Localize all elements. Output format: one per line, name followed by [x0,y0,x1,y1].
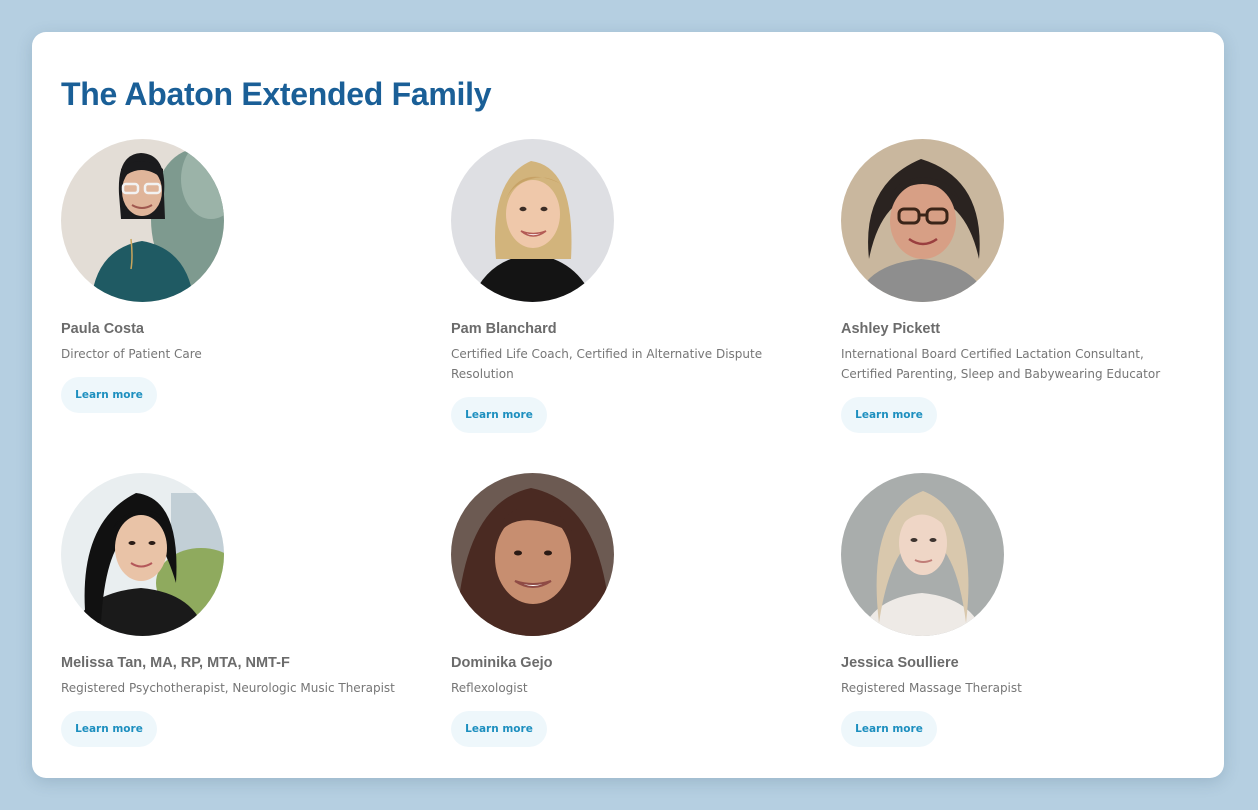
team-member-melissa-tan: Melissa Tan, MA, RP, MTA, NMT-F Register… [61,473,421,747]
member-role: Certified Life Coach, Certified in Alter… [451,347,763,381]
member-photo [841,139,1004,302]
member-photo [61,139,224,302]
photo-ashley-pickett [841,139,1004,302]
member-role: Registered Psychotherapist, Neurologic M… [61,681,395,695]
member-role: Director of Patient Care [61,347,202,361]
photo-melissa-tan [61,473,224,636]
team-member-paula-costa: Paula Costa Director of Patient Care Lea… [61,139,421,413]
member-name: Ashley Pickett [841,321,941,337]
member-role: International Board Certified Lactation … [841,347,1161,381]
member-name: Jessica Soulliere [841,655,959,671]
member-photo [841,473,1004,636]
team-card: The Abaton Extended Family Paula Costa D… [32,32,1224,778]
member-name: Paula Costa [61,321,144,337]
member-photo [61,473,224,636]
member-photo [451,473,614,636]
member-role: Registered Massage Therapist [841,681,1022,695]
photo-paula-costa [61,139,224,302]
member-photo [451,139,614,302]
learn-more-button[interactable]: Learn more [61,711,157,747]
photo-jessica-soulliere [841,473,1004,636]
member-name: Pam Blanchard [451,321,557,337]
member-role: Reflexologist [451,681,528,695]
learn-more-button[interactable]: Learn more [841,711,937,747]
photo-pam-blanchard [451,139,614,302]
page-title: The Abaton Extended Family [61,76,492,112]
member-name: Melissa Tan, MA, RP, MTA, NMT-F [61,655,290,671]
learn-more-button[interactable]: Learn more [451,397,547,433]
learn-more-button[interactable]: Learn more [451,711,547,747]
member-name: Dominika Gejo [451,655,553,671]
learn-more-button[interactable]: Learn more [61,377,157,413]
team-member-pam-blanchard: Pam Blanchard Certified Life Coach, Cert… [451,139,811,433]
team-member-ashley-pickett: Ashley Pickett International Board Certi… [841,139,1201,433]
photo-dominika-gejo [451,473,614,636]
team-member-dominika-gejo: Dominika Gejo Reflexologist Learn more [451,473,811,747]
team-member-jessica-soulliere: Jessica Soulliere Registered Massage The… [841,473,1201,747]
learn-more-button[interactable]: Learn more [841,397,937,433]
